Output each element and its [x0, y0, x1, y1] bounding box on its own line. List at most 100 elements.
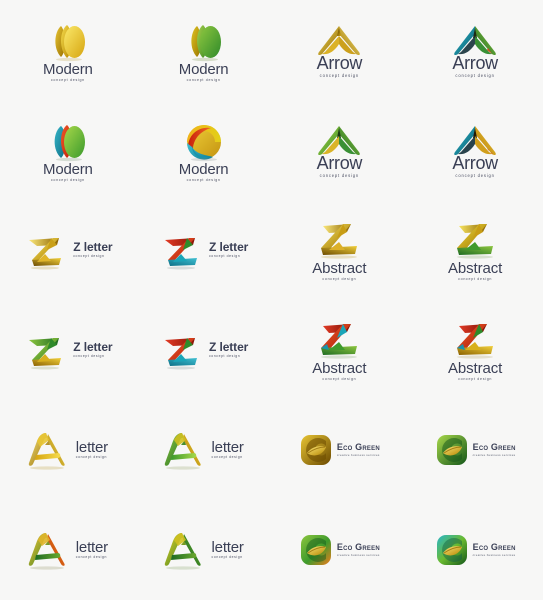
- logo-a-letter-gold[interactable]: letter concept design: [24, 427, 108, 473]
- sphere-leaves-icon: [55, 24, 85, 61]
- a-letter-icon: [28, 433, 65, 470]
- logo-z-letter-green[interactable]: Z letter concept design: [23, 328, 113, 372]
- logo-cell[interactable]: Arrow concept design: [407, 100, 543, 200]
- logo-title: Modern: [43, 60, 93, 78]
- logo-z-letter-red-teal-2[interactable]: Z letter concept design: [159, 328, 248, 372]
- logo-cell[interactable]: Z letter concept design: [136, 300, 272, 400]
- logo-a-letter-green-gold[interactable]: letter concept design: [160, 427, 244, 473]
- logo-arrow-teal-gold[interactable]: Arrow concept design: [447, 122, 503, 178]
- logo-arrow-green[interactable]: Arrow concept design: [311, 122, 367, 178]
- logo-title: letter: [75, 439, 108, 457]
- logo-cell[interactable]: Eco Green creative business services: [407, 400, 543, 500]
- logo-eco-green-green[interactable]: Eco Green creative business services: [435, 433, 516, 467]
- logo-cell[interactable]: Abstract concept design: [272, 300, 408, 400]
- logo-abstract-red-green[interactable]: Abstract concept design: [311, 318, 367, 382]
- logo-title: Z letter: [73, 240, 113, 255]
- z-letter-icon: [29, 238, 62, 270]
- eco-leaf-square-icon: [300, 435, 331, 465]
- logo-subtitle: concept design: [455, 72, 495, 78]
- logo-subtitle: concept design: [50, 177, 85, 182]
- logo-z-letter-red-teal[interactable]: Z letter concept design: [159, 228, 248, 272]
- logo-subtitle: concept design: [209, 254, 241, 259]
- logo-cell[interactable]: Z letter concept design: [136, 200, 272, 300]
- logo-cell[interactable]: Z letter concept design: [0, 300, 136, 400]
- logo-title: Z letter: [73, 340, 113, 355]
- logo-title: Abstract: [448, 260, 503, 278]
- logo-subtitle: concept design: [211, 455, 243, 460]
- a-letter-icon: [28, 533, 65, 570]
- logo-subtitle: concept design: [322, 377, 357, 382]
- logo-subtitle: concept design: [73, 354, 105, 359]
- z-letter-icon: [29, 338, 62, 370]
- logo-title: Abstract: [312, 360, 367, 378]
- logo-eco-green-orange[interactable]: Eco Green creative business services: [299, 533, 380, 567]
- logo-subtitle: concept design: [322, 277, 357, 282]
- logo-eco-green-teal[interactable]: Eco Green creative business services: [435, 533, 516, 567]
- logo-title: letter: [211, 439, 244, 457]
- logo-cell[interactable]: Z letter concept design: [0, 200, 136, 300]
- sphere-leaves-icon: [190, 24, 221, 61]
- logo-modern-multicolor[interactable]: Modern concept design: [43, 122, 93, 183]
- abstract-z-icon: [321, 224, 358, 259]
- abstract-z-icon: [321, 324, 358, 359]
- logo-cell[interactable]: Abstract concept design: [272, 200, 408, 300]
- logo-title: Modern: [178, 160, 229, 178]
- logo-title: Eco Green: [336, 542, 380, 553]
- logo-arrow-teal-green[interactable]: Arrow concept design: [447, 22, 503, 78]
- logo-cell[interactable]: Arrow concept design: [407, 0, 543, 100]
- logo-cell[interactable]: letter concept design: [136, 400, 272, 500]
- logo-modern-gold[interactable]: Modern concept design: [43, 22, 93, 83]
- logo-cell[interactable]: Eco Green creative business services: [272, 500, 408, 600]
- sphere-leaves-icon: [54, 124, 85, 161]
- logo-subtitle: concept design: [50, 77, 85, 82]
- logo-subtitle: concept design: [186, 77, 221, 82]
- logo-cell[interactable]: letter concept design: [0, 500, 136, 600]
- logo-cell[interactable]: Arrow concept design: [272, 0, 408, 100]
- logo-title: letter: [75, 539, 108, 557]
- logo-title: Arrow: [452, 152, 498, 173]
- logo-a-letter-yellow-green[interactable]: letter concept design: [160, 527, 244, 573]
- logo-subtitle: creative business services: [472, 553, 516, 558]
- logo-cell[interactable]: letter concept design: [0, 400, 136, 500]
- logo-modern-sunset[interactable]: Modern concept design: [179, 122, 229, 183]
- logo-cell[interactable]: Abstract concept design: [407, 200, 543, 300]
- logo-cell[interactable]: Eco Green creative business services: [272, 400, 408, 500]
- a-letter-icon: [164, 433, 201, 470]
- logo-modern-green-gold[interactable]: Modern concept design: [179, 22, 229, 83]
- logo-subtitle: concept design: [211, 555, 243, 560]
- logo-cell[interactable]: Abstract concept design: [407, 300, 543, 400]
- logo-collection-sheet: Modern concept design Modern concept des…: [0, 0, 543, 600]
- logo-subtitle: concept design: [75, 555, 108, 560]
- logo-subtitle: concept design: [73, 254, 105, 259]
- logo-eco-green-gold[interactable]: Eco Green creative business services: [299, 433, 380, 467]
- sphere-swirl-icon: [186, 124, 221, 161]
- logo-arrow-gold[interactable]: Arrow concept design: [311, 22, 367, 78]
- logo-subtitle: creative business services: [336, 453, 380, 458]
- z-letter-icon: [165, 238, 198, 270]
- logo-subtitle: concept design: [186, 177, 221, 182]
- logo-cell[interactable]: Modern concept design: [136, 100, 272, 200]
- logo-title: Abstract: [312, 260, 367, 278]
- logo-cell[interactable]: Arrow concept design: [272, 100, 408, 200]
- logo-cell[interactable]: letter concept design: [136, 500, 272, 600]
- logo-subtitle: concept design: [209, 354, 241, 359]
- logo-cell[interactable]: Modern concept design: [0, 100, 136, 200]
- logo-subtitle: concept design: [458, 377, 493, 382]
- logo-title: Z letter: [209, 340, 249, 355]
- logo-subtitle: creative business services: [336, 553, 380, 558]
- logo-cell[interactable]: Eco Green creative business services: [407, 500, 543, 600]
- logo-title: Eco Green: [472, 442, 516, 453]
- logo-cell[interactable]: Modern concept design: [0, 0, 136, 100]
- logo-title: Eco Green: [336, 442, 380, 453]
- logo-abstract-gold[interactable]: Abstract concept design: [311, 218, 367, 282]
- logo-title: Modern: [43, 160, 93, 178]
- z-letter-icon: [165, 338, 198, 370]
- logo-abstract-red-gold[interactable]: Abstract concept design: [447, 318, 503, 382]
- logo-z-letter-gold[interactable]: Z letter concept design: [23, 228, 113, 272]
- logo-abstract-gold-green[interactable]: Abstract concept design: [447, 218, 503, 282]
- abstract-z-icon: [457, 224, 494, 259]
- logo-subtitle: creative business services: [472, 453, 516, 458]
- logo-cell[interactable]: Modern concept design: [136, 0, 272, 100]
- logo-subtitle: concept design: [319, 72, 360, 78]
- logo-a-letter-orange-green[interactable]: letter concept design: [24, 527, 108, 573]
